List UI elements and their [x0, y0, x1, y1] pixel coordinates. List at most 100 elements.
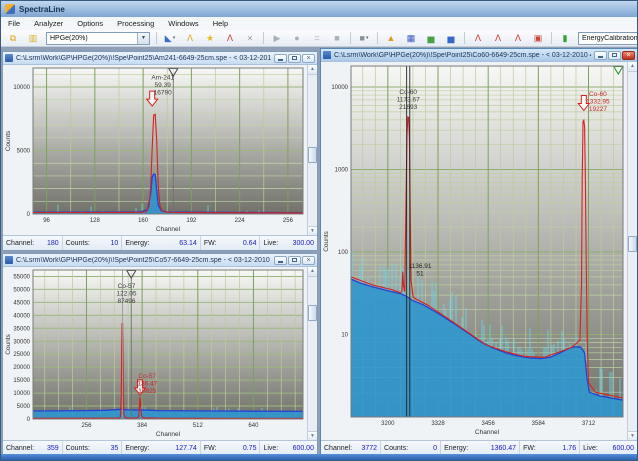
window-titlebar[interactable]: C:\Lsrm\Work\GP\HPGe(20%)\!Spe\Point25\C… [3, 254, 317, 267]
minimize-button[interactable] [274, 256, 287, 265]
peak-search-button[interactable]: ◣▾ [161, 30, 179, 46]
clear-markers-button[interactable]: × [241, 30, 259, 46]
acq-record-button[interactable]: ● [288, 30, 306, 46]
svg-text:40000: 40000 [13, 313, 30, 319]
chevron-down-icon: ▾ [173, 36, 176, 41]
status-label: Counts: [66, 240, 90, 247]
spectrum-chart-area[interactable]: 961281601922242560500010000Am-24159.3916… [3, 65, 317, 236]
spectrum-plot-co57[interactable]: 2563845126400500010000150002000025000300… [3, 267, 307, 441]
open-spectrum-icon: ▲ [387, 34, 396, 43]
acq-start-button[interactable]: ▶ [268, 30, 286, 46]
spectrum-plot-co60[interactable]: 3200332834563584371210100100010000Co-601… [321, 62, 627, 441]
svg-text:Co-601173.6721693: Co-601173.6721693 [397, 89, 420, 111]
spectrum-chart-area[interactable]: 3200332834563584371210100100010000Co-601… [321, 62, 637, 441]
spectra-set-button[interactable]: ⧉ [4, 30, 22, 46]
nuclide-id-button[interactable]: Λ [221, 30, 239, 46]
status-label: Live: [263, 445, 278, 452]
svg-text:Co-57136.4710825: Co-57136.4710825 [137, 373, 157, 395]
svg-text:10000: 10000 [13, 85, 30, 91]
window-frame-strip [1, 454, 637, 460]
calibration-button[interactable]: ▮ [556, 30, 574, 46]
scrollbar-thumb[interactable] [628, 236, 637, 252]
close-button[interactable]: × [302, 54, 315, 63]
minimize-button[interactable] [594, 51, 607, 60]
scroll-up-icon[interactable]: ▲ [308, 267, 317, 277]
detector-panel-icon: ■ [360, 34, 365, 43]
peak-fit-icon: Λ [187, 34, 193, 43]
svg-text:0: 0 [27, 212, 31, 218]
svg-text:Counts: Counts [323, 230, 330, 251]
spectra-db-icon: ▥ [29, 34, 38, 43]
menu-item-analyzer[interactable]: Analyzer [27, 17, 70, 30]
roi-peak-1-button[interactable]: Λ [469, 30, 487, 46]
svg-text:20000: 20000 [13, 365, 30, 371]
scroll-up-icon[interactable]: ▲ [308, 65, 317, 75]
menu-item-help[interactable]: Help [206, 17, 235, 30]
acq-stop-button[interactable]: ■ [328, 30, 346, 46]
roi-peak-3-icon: Λ [515, 34, 521, 43]
detector-select-combobox[interactable]: HPGe(20%)▼ [46, 32, 150, 45]
chart-blue-button[interactable]: ▅ [442, 30, 460, 46]
save-spectrum-icon: ▦ [407, 34, 416, 43]
peak-fit-button[interactable]: Λ [181, 30, 199, 46]
detector-panel-button[interactable]: ■▾ [355, 30, 373, 46]
efficiency-button[interactable]: ★ [201, 30, 219, 46]
roi-peak-2-button[interactable]: Λ [489, 30, 507, 46]
roi-window-button[interactable]: ▣ [529, 30, 547, 46]
chevron-down-icon[interactable]: ▼ [137, 33, 149, 44]
chart-green-button[interactable]: ▅ [422, 30, 440, 46]
toolbar-separator [464, 32, 465, 44]
svg-text:256: 256 [283, 218, 294, 224]
scroll-up-icon[interactable]: ▲ [628, 62, 637, 72]
window-titlebar[interactable]: C:\Lsrm\Work\GP\HPGe(20%)\!Spe\Point25\A… [3, 52, 317, 65]
svg-text:25000: 25000 [13, 352, 30, 358]
status-value: 63.14 [175, 240, 197, 247]
toolbar-separator [263, 32, 264, 44]
status-label: FW: [204, 240, 217, 247]
menu-item-processing[interactable]: Processing [110, 17, 161, 30]
scrollbar-thumb[interactable] [308, 305, 317, 321]
svg-text:640: 640 [248, 423, 259, 429]
spectrum-chart-area[interactable]: 2563845126400500010000150002000025000300… [3, 267, 317, 441]
status-value: 0.75 [239, 445, 257, 452]
status-label: FW: [204, 445, 217, 452]
menu-item-windows[interactable]: Windows [161, 17, 205, 30]
maximize-button[interactable] [288, 54, 301, 63]
toolbar-separator [350, 32, 351, 44]
spectrum-window-am241: C:\Lsrm\Work\GP\HPGe(20%)\!Spe\Point25\A… [2, 51, 318, 251]
svg-text:Counts: Counts [5, 333, 12, 354]
status-label: Energy: [444, 445, 468, 452]
status-label: Channel: [6, 445, 34, 452]
spectrum-plot-am241[interactable]: 961281601922242560500010000Am-24159.3916… [3, 65, 307, 236]
status-value: 300.00 [289, 240, 314, 247]
close-button[interactable]: × [622, 51, 635, 60]
status-label: Counts: [384, 445, 408, 452]
maximize-button[interactable] [608, 51, 621, 60]
calibration-icon: ▮ [563, 34, 568, 43]
window-titlebar[interactable]: C:\Lsrm\Work\GP\HPGe(20%)\!Spe\Point25\C… [321, 49, 637, 62]
acq-pause-button[interactable]: = [308, 30, 326, 46]
maximize-button[interactable] [288, 256, 301, 265]
menu-item-file[interactable]: File [1, 17, 27, 30]
vertical-scrollbar[interactable]: ▲ ▼ [627, 62, 637, 441]
minimize-button[interactable] [274, 54, 287, 63]
spectra-db-button[interactable]: ▥ [24, 30, 42, 46]
svg-text:5000: 5000 [17, 404, 31, 410]
vertical-scrollbar[interactable]: ▲ ▼ [307, 65, 317, 236]
svg-text:45000: 45000 [13, 300, 30, 306]
svg-text:3584: 3584 [532, 421, 546, 427]
status-label: Channel: [324, 445, 352, 452]
open-spectrum-button[interactable]: ▲ [382, 30, 400, 46]
calibration-select-combobox[interactable]: EnergyCalibration▼ [578, 32, 638, 45]
svg-text:1000: 1000 [335, 168, 349, 174]
close-button[interactable]: × [302, 256, 315, 265]
scrollbar-thumb[interactable] [308, 147, 317, 163]
svg-text:10: 10 [341, 333, 348, 339]
spectrum-file-icon [5, 256, 13, 264]
vertical-scrollbar[interactable]: ▲ ▼ [307, 267, 317, 441]
svg-text:256: 256 [81, 423, 92, 429]
menu-item-options[interactable]: Options [70, 17, 110, 30]
app-titlebar[interactable]: SpectraLine [1, 1, 637, 17]
save-spectrum-button[interactable]: ▦ [402, 30, 420, 46]
roi-peak-3-button[interactable]: Λ [509, 30, 527, 46]
